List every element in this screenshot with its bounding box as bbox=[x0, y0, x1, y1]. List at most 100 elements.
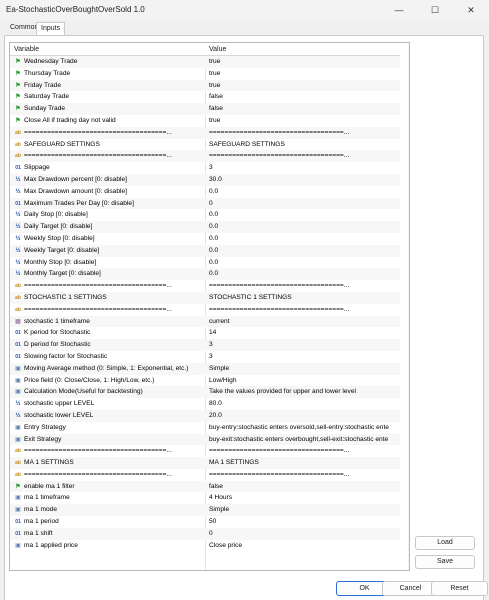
table-row[interactable]: ab =====================================.… bbox=[10, 126, 400, 139]
double-icon: ½ bbox=[15, 259, 21, 266]
table-row[interactable]: ⚑ Sunday Trade false bbox=[10, 103, 400, 115]
table-row[interactable]: 01 ma 1 period 50 bbox=[10, 516, 400, 528]
table-row[interactable]: ½ stochastic upper LEVEL 80.0 bbox=[10, 398, 400, 410]
table-row[interactable]: ▣ Price field (0: Close/Close, 1: High/Lo… bbox=[10, 375, 400, 387]
parameter-value[interactable]: STOCHASTIC 1 SETTINGS bbox=[209, 292, 399, 304]
table-row[interactable]: ab STOCHASTIC 1 SETTINGS STOCHASTIC 1 SETT… bbox=[10, 291, 400, 304]
parameter-value[interactable]: 0 bbox=[209, 198, 399, 210]
table-row[interactable]: ▣ ma 1 mode Simple bbox=[10, 504, 400, 517]
parameter-value[interactable]: 0.0 bbox=[209, 186, 399, 198]
table-row[interactable]: 01 Slippage 3 bbox=[10, 162, 400, 174]
table-row[interactable]: ½ Weekly Stop [0: disable] 0.0 bbox=[10, 233, 400, 245]
table-row[interactable]: ab =====================================.… bbox=[10, 304, 400, 316]
parameter-value[interactable]: 3 bbox=[209, 351, 399, 363]
parameter-value[interactable]: Simple bbox=[209, 363, 399, 375]
table-row[interactable]: 01 Slowing factor for Stochastic 3 bbox=[10, 351, 400, 363]
parameter-value[interactable]: ===================================... bbox=[209, 445, 399, 457]
tab-inputs[interactable]: Inputs bbox=[36, 22, 66, 36]
parameter-value[interactable]: true bbox=[209, 80, 399, 92]
parameter-value[interactable]: false bbox=[209, 91, 399, 103]
table-row[interactable]: ⚑ Wednesday Trade true bbox=[10, 56, 400, 68]
parameter-value[interactable]: Close price bbox=[209, 540, 399, 552]
table-row[interactable]: ½ Max Drawdown percent [0: disable] 30.0 bbox=[10, 173, 400, 186]
parameter-name: stochastic lower LEVEL bbox=[24, 411, 94, 419]
parameter-value[interactable]: Take the values provided for upper and l… bbox=[209, 386, 399, 398]
parameter-value[interactable]: ===================================... bbox=[209, 304, 399, 316]
parameter-value[interactable]: 0.0 bbox=[209, 233, 399, 245]
table-row[interactable]: ab SAFEGUARD SETTINGS SAFEGUARD SETTINGS bbox=[10, 139, 400, 151]
parameter-value[interactable]: Simple bbox=[209, 504, 399, 516]
column-header-value[interactable]: Value bbox=[209, 46, 226, 53]
table-row[interactable]: 01 K period for Stochastic 14 bbox=[10, 327, 400, 339]
table-row[interactable]: ▣ Calculation Mode(Useful for backtesting… bbox=[10, 386, 400, 399]
table-row[interactable]: 01 D period for Stochastic 3 bbox=[10, 339, 400, 351]
parameter-value[interactable]: 80.0 bbox=[209, 398, 399, 410]
parameter-value[interactable]: true bbox=[209, 56, 399, 68]
table-row[interactable]: ⚑ enable ma 1 filter false bbox=[10, 480, 400, 493]
parameter-value[interactable]: buy-entry:stochastic enters oversold,sel… bbox=[209, 422, 399, 434]
parameter-value[interactable]: 30.0 bbox=[209, 174, 399, 186]
table-row[interactable]: ½ Daily Stop [0: disable] 0.0 bbox=[10, 209, 400, 221]
parameter-value[interactable]: 14 bbox=[209, 327, 399, 339]
table-row[interactable]: ab =====================================.… bbox=[10, 280, 400, 292]
minimize-icon[interactable]: — bbox=[384, 0, 414, 20]
close-icon[interactable]: ✕ bbox=[456, 0, 486, 20]
parameter-value[interactable]: 3 bbox=[209, 162, 399, 174]
parameter-value[interactable]: 0.0 bbox=[209, 209, 399, 221]
table-row[interactable]: ▣ ma 1 applied price Close price bbox=[10, 540, 400, 552]
table-row[interactable]: ½ Max Drawdown amount [0: disable] 0.0 bbox=[10, 186, 400, 198]
parameter-name: Slowing factor for Stochastic bbox=[24, 352, 108, 360]
parameter-value[interactable]: 0.0 bbox=[209, 268, 399, 280]
parameter-value[interactable]: 0.0 bbox=[209, 257, 399, 269]
string-icon: ab bbox=[15, 306, 21, 313]
table-row[interactable]: ½ Daily Target [0: disable] 0.0 bbox=[10, 221, 400, 233]
parameter-value[interactable]: 4 Hours bbox=[209, 492, 399, 504]
parameter-value[interactable]: false bbox=[209, 481, 399, 493]
table-row[interactable]: 01 Maximum Trades Per Day [0: disable] 0 bbox=[10, 197, 400, 210]
parameter-value[interactable]: ===================================... bbox=[209, 150, 399, 162]
load-button[interactable]: Load bbox=[415, 536, 475, 550]
parameter-value[interactable]: false bbox=[209, 103, 399, 115]
parameter-name: Weekly Target [0: disable] bbox=[24, 246, 100, 254]
save-button[interactable]: Save bbox=[415, 555, 475, 569]
parameter-value[interactable]: true bbox=[209, 68, 399, 80]
parameter-value[interactable]: ===================================... bbox=[209, 127, 399, 139]
table-row[interactable]: ▣ Exit Strategy buy-exit:stochastic enters… bbox=[10, 433, 400, 446]
table-row[interactable]: 01 ma 1 shift 0 bbox=[10, 527, 400, 540]
table-row[interactable]: ▣ Moving Average method (0: Simple, 1: Ex… bbox=[10, 362, 400, 375]
table-row[interactable]: ⚑ Saturday Trade false bbox=[10, 91, 400, 103]
parameter-value[interactable]: true bbox=[209, 115, 399, 127]
parameter-value[interactable]: 3 bbox=[209, 339, 399, 351]
table-row[interactable]: ½ stochastic lower LEVEL 20.0 bbox=[10, 409, 400, 422]
table-row[interactable]: ½ Monthly Target [0: disable] 0.0 bbox=[10, 268, 400, 281]
parameter-value[interactable]: current bbox=[209, 316, 399, 328]
table-row[interactable]: ⚑ Thursday Trade true bbox=[10, 68, 400, 80]
table-row[interactable]: ½ Weekly Target [0: disable] 0.0 bbox=[10, 244, 400, 257]
parameter-value[interactable]: 0.0 bbox=[209, 245, 399, 257]
parameter-value[interactable]: buy-exit:stochastic enters overbought,se… bbox=[209, 434, 399, 446]
parameter-name: K period for Stochastic bbox=[24, 329, 91, 337]
parameter-value[interactable]: 20.0 bbox=[209, 410, 399, 422]
table-row[interactable]: ab =====================================.… bbox=[10, 445, 400, 457]
parameter-value[interactable]: SAFEGUARD SETTINGS bbox=[209, 139, 399, 151]
table-row[interactable]: ab =====================================.… bbox=[10, 469, 400, 481]
vertical-scrollbar[interactable] bbox=[408, 44, 409, 570]
parameter-value[interactable]: MA 1 SETTINGS bbox=[209, 457, 399, 469]
table-row[interactable]: ⚑ Friday Trade true bbox=[10, 79, 400, 92]
parameter-value[interactable]: 50 bbox=[209, 516, 399, 528]
table-row[interactable]: ▣ Entry Strategy buy-entry:stochastic ente… bbox=[10, 422, 400, 434]
reset-button[interactable]: Reset bbox=[431, 581, 488, 596]
column-header-variable[interactable]: Variable bbox=[14, 46, 39, 53]
parameter-value[interactable]: Low/High bbox=[209, 375, 399, 387]
parameter-value[interactable]: 0.0 bbox=[209, 221, 399, 233]
parameter-value[interactable]: ===================================... bbox=[209, 469, 399, 481]
table-row[interactable]: ⚑ Close All if trading day not valid true bbox=[10, 115, 400, 127]
table-row[interactable]: ab MA 1 SETTINGS MA 1 SETTINGS bbox=[10, 457, 400, 469]
maximize-icon[interactable]: ☐ bbox=[420, 0, 450, 20]
parameter-value[interactable]: ===================================... bbox=[209, 280, 399, 292]
parameter-value[interactable]: 0 bbox=[209, 528, 399, 540]
table-row[interactable]: ½ Monthly Stop [0: disable] 0.0 bbox=[10, 257, 400, 269]
table-row[interactable]: ▦ stochastic 1 timeframe current bbox=[10, 315, 400, 328]
table-row[interactable]: ▣ ma 1 timeframe 4 Hours bbox=[10, 492, 400, 504]
table-row[interactable]: ab =====================================.… bbox=[10, 150, 400, 163]
